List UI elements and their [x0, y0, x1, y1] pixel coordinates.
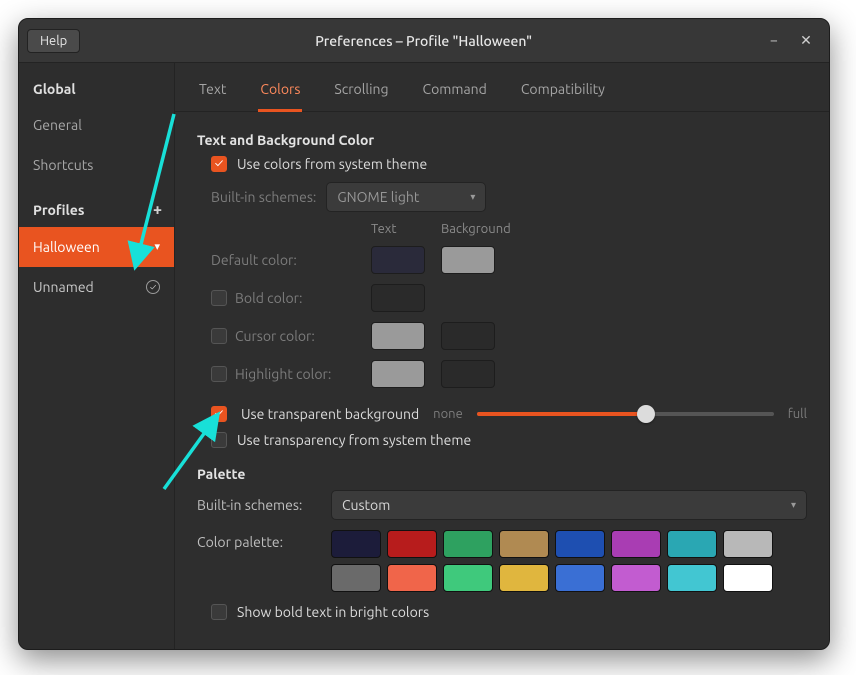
palette-swatch[interactable] — [611, 564, 661, 592]
slider-full-label: full — [788, 407, 807, 421]
select-value: GNOME light — [337, 189, 419, 205]
transparency-slider[interactable] — [477, 404, 774, 424]
titlebar: Help Preferences – Profile "Halloween" −… — [19, 19, 829, 63]
slider-none-label: none — [433, 407, 463, 421]
chevron-down-icon: ▾ — [470, 191, 475, 203]
swatch-cursor-text[interactable] — [371, 322, 425, 350]
select-value: Custom — [342, 497, 390, 513]
label-use-transparent-bg: Use transparent background — [241, 406, 419, 422]
palette-swatch[interactable] — [611, 530, 661, 558]
label-show-bold-bright: Show bold text in bright colors — [237, 604, 429, 620]
swatch-highlight-text[interactable] — [371, 360, 425, 388]
tab-colors[interactable]: Colors — [258, 75, 302, 112]
tab-scrolling[interactable]: Scrolling — [332, 75, 390, 111]
palette-swatch[interactable] — [555, 564, 605, 592]
chevron-down-icon: ▾ — [154, 242, 160, 253]
palette-swatch[interactable] — [331, 564, 381, 592]
swatch-cursor-bg[interactable] — [441, 322, 495, 350]
select-builtin-scheme[interactable]: GNOME light ▾ — [326, 182, 486, 212]
palette-swatch[interactable] — [387, 564, 437, 592]
tab-command[interactable]: Command — [421, 75, 489, 111]
tab-compatibility[interactable]: Compatibility — [519, 75, 607, 111]
checkbox-use-transparent-bg[interactable] — [211, 406, 227, 422]
th-background: Background — [441, 222, 521, 236]
palette-swatch[interactable] — [667, 530, 717, 558]
label-use-trans-system: Use transparency from system theme — [237, 432, 471, 448]
profile-label: Unnamed — [33, 279, 94, 295]
check-circle-icon: ✓ — [146, 280, 160, 294]
chevron-down-icon: ▾ — [791, 499, 796, 511]
palette-swatch[interactable] — [723, 564, 773, 592]
tab-text[interactable]: Text — [197, 75, 228, 111]
swatch-default-text[interactable] — [371, 246, 425, 274]
section-palette: Palette — [197, 466, 807, 482]
th-text: Text — [371, 222, 429, 236]
swatch-highlight-bg[interactable] — [441, 360, 495, 388]
tabs: Text Colors Scrolling Command Compatibil… — [175, 63, 829, 112]
checkbox-use-trans-system[interactable] — [211, 432, 227, 448]
label-highlight-color: Highlight color: — [235, 366, 331, 382]
section-text-bg: Text and Background Color — [197, 132, 807, 148]
preferences-window: Help Preferences – Profile "Halloween" −… — [18, 18, 830, 650]
label-use-system-colors: Use colors from system theme — [237, 156, 427, 172]
palette-swatch[interactable] — [499, 564, 549, 592]
profile-halloween[interactable]: Halloween ▾ — [19, 227, 174, 267]
palette-swatches — [331, 530, 791, 592]
swatch-bold-text[interactable] — [371, 284, 425, 312]
profile-label: Halloween — [33, 239, 100, 255]
label-bold-color: Bold color: — [235, 290, 302, 306]
palette-swatch[interactable] — [387, 530, 437, 558]
palette-swatch[interactable] — [443, 530, 493, 558]
checkbox-highlight-color[interactable] — [211, 366, 227, 382]
close-button[interactable]: ✕ — [799, 32, 813, 49]
palette-swatch[interactable] — [555, 530, 605, 558]
sidebar-heading-profiles: Profiles — [33, 202, 84, 218]
label-color-palette: Color palette: — [197, 530, 317, 550]
palette-swatch[interactable] — [667, 564, 717, 592]
palette-swatch[interactable] — [443, 564, 493, 592]
label-builtin-schemes: Built-in schemes: — [211, 189, 316, 205]
sidebar-item-general[interactable]: General — [19, 105, 174, 145]
label-default-color: Default color: — [211, 252, 297, 268]
checkbox-use-system-colors[interactable] — [211, 156, 227, 172]
profile-unnamed[interactable]: Unnamed ✓ — [19, 267, 174, 307]
minimize-button[interactable]: − — [767, 32, 781, 49]
checkbox-bold-color[interactable] — [211, 290, 227, 306]
checkbox-cursor-color[interactable] — [211, 328, 227, 344]
add-profile-button[interactable]: + — [153, 201, 162, 219]
select-palette-scheme[interactable]: Custom ▾ — [331, 490, 807, 520]
sidebar-heading-global: Global — [19, 69, 174, 105]
swatch-default-bg[interactable] — [441, 246, 495, 274]
content-pane: Text Colors Scrolling Command Compatibil… — [175, 63, 829, 649]
palette-swatch[interactable] — [499, 530, 549, 558]
palette-swatch[interactable] — [331, 530, 381, 558]
palette-swatch[interactable] — [723, 530, 773, 558]
label-palette-builtin: Built-in schemes: — [197, 497, 317, 513]
help-button[interactable]: Help — [27, 29, 80, 53]
sidebar: Global General Shortcuts Profiles + Hall… — [19, 63, 175, 649]
sidebar-item-shortcuts[interactable]: Shortcuts — [19, 145, 174, 185]
label-cursor-color: Cursor color: — [235, 328, 315, 344]
window-title: Preferences – Profile "Halloween" — [80, 33, 767, 49]
checkbox-show-bold-bright[interactable] — [211, 604, 227, 620]
